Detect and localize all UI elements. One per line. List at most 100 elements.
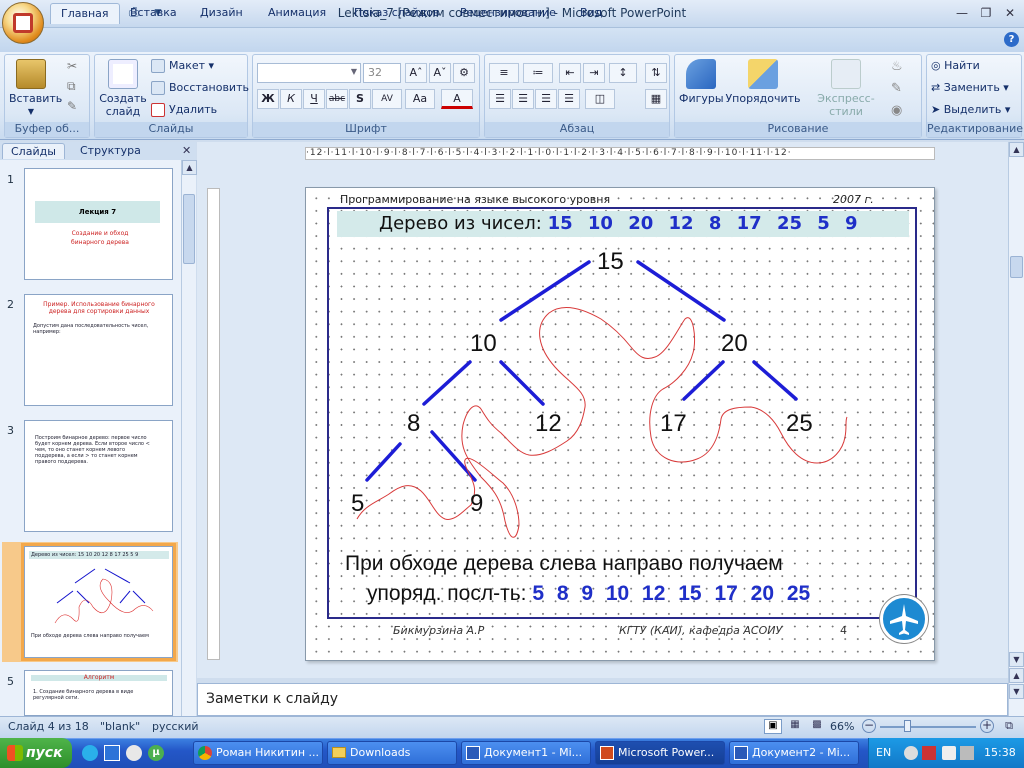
help-icon[interactable]: ?	[1004, 32, 1019, 47]
tray-icon[interactable]	[942, 746, 956, 760]
font-color-button[interactable]: A	[441, 89, 473, 109]
tab-design[interactable]: Дизайн	[190, 3, 253, 24]
cut-icon[interactable]: ✂	[67, 59, 77, 73]
slide-thumbnail-1[interactable]: Лекция 7 Создание и обход бинарного дере…	[24, 168, 173, 280]
group-font: ▼ 32 Aˆ Aˇ ⚙ Ж К Ч abc S AV Aa A Шрифт	[252, 54, 480, 138]
slide-thumbnail-3[interactable]: Построим бинарное дерево: первое число б…	[24, 420, 173, 532]
tab-animation[interactable]: Анимация	[258, 3, 336, 24]
shadow-button[interactable]: S	[349, 89, 371, 109]
tab-view[interactable]: Вид	[570, 3, 612, 24]
numbering-icon[interactable]: ≔	[523, 63, 553, 83]
media-icon[interactable]	[126, 745, 142, 761]
editor-scrollbar[interactable]: ▲ ▼ ▲ ▼	[1008, 142, 1024, 716]
office-button[interactable]	[2, 2, 44, 44]
slide-institution: КГТУ (КАИ), кафедра АСОИУ	[619, 624, 783, 637]
tab-insert[interactable]: Вставка	[120, 3, 187, 24]
delete-slide-button[interactable]: Удалить	[151, 101, 217, 119]
zoom-level[interactable]: 66%	[830, 720, 854, 733]
arrange-button[interactable]: Упорядочить	[725, 59, 801, 105]
paste-button[interactable]: Вставить ▼	[9, 59, 62, 118]
network-icon[interactable]	[960, 746, 974, 760]
zoom-out-icon[interactable]: −	[862, 719, 876, 733]
task-word-2[interactable]: Документ2 - Mi...	[729, 741, 859, 765]
sorter-view-icon[interactable]: ▦	[786, 719, 804, 734]
italic-button[interactable]: К	[280, 89, 302, 109]
layout-button[interactable]: Макет ▾	[151, 57, 214, 75]
normal-view-icon[interactable]: ▣	[764, 719, 782, 734]
restore-icon[interactable]: ❐	[974, 3, 998, 23]
slide-thumbnail-4[interactable]: Дерево из чисел: 15 10 20 12 8 17 25 5 9…	[21, 543, 176, 661]
thumbs-scrollbar[interactable]: ▲	[181, 160, 197, 716]
shape-outline-icon[interactable]: ✎	[891, 81, 902, 96]
line-spacing-icon[interactable]: ↕	[609, 63, 637, 83]
tab-home[interactable]: Главная	[50, 3, 120, 24]
scroll-up-icon[interactable]: ▲	[182, 160, 197, 175]
slideshow-view-icon[interactable]: ▩	[808, 719, 826, 734]
scroll-thumb[interactable]	[183, 194, 195, 264]
shape-effects-icon[interactable]: ◉	[891, 103, 902, 118]
quick-styles-button[interactable]: Экспресс-стили	[805, 59, 887, 118]
reset-button[interactable]: Восстановить	[151, 79, 249, 97]
align-right-icon[interactable]: ☰	[535, 89, 557, 109]
utorrent-icon[interactable]: μ	[148, 745, 164, 761]
decrease-indent-icon[interactable]: ⇤	[559, 63, 581, 83]
slide-thumbnail-2[interactable]: Пример. Использование бинарного дерева д…	[24, 294, 173, 406]
close-pane-icon[interactable]: ✕	[182, 144, 191, 157]
desktop-icon[interactable]	[104, 745, 120, 761]
shape-fill-icon[interactable]: ♨	[891, 59, 903, 74]
task-chrome[interactable]: Роман Никитин ...	[193, 741, 323, 765]
change-case-button[interactable]: Aa	[405, 89, 435, 109]
smartart-icon[interactable]: ▦	[645, 89, 667, 109]
format-painter-icon[interactable]: ✎	[67, 99, 77, 113]
input-language[interactable]: EN	[876, 746, 891, 759]
strikethrough-button[interactable]: abc	[326, 89, 348, 109]
align-left-icon[interactable]: ☰	[489, 89, 511, 109]
select-button[interactable]: ➤ Выделить ▾	[931, 101, 1010, 119]
notes-pane[interactable]: Заметки к слайду	[197, 683, 1008, 716]
zoom-in-icon[interactable]: +	[980, 719, 994, 733]
chevron-down-icon: ▼	[350, 67, 357, 76]
tab-review[interactable]: Рецензирование	[450, 3, 566, 24]
justify-icon[interactable]: ☰	[558, 89, 580, 109]
task-word-1[interactable]: Документ1 - Mi...	[461, 741, 591, 765]
zoom-slider-thumb[interactable]	[904, 720, 911, 732]
shapes-button[interactable]: Фигуры	[679, 59, 724, 105]
next-slide-icon[interactable]: ▼	[1009, 684, 1024, 699]
tray-icon[interactable]	[922, 746, 936, 760]
font-family-combo[interactable]: ▼	[257, 63, 361, 83]
align-center-icon[interactable]: ☰	[512, 89, 534, 109]
zoom-slider[interactable]	[880, 726, 976, 728]
thumb-text: Допустим дана последовательность чисел, …	[33, 323, 149, 335]
task-downloads[interactable]: Downloads	[327, 741, 457, 765]
replace-button[interactable]: ⇄ Заменить ▾	[931, 79, 1009, 97]
tray-icon[interactable]	[904, 746, 918, 760]
start-button[interactable]: пуск	[0, 738, 72, 768]
columns-icon[interactable]: ◫	[585, 89, 615, 109]
fit-to-window-icon[interactable]: ⧉	[1000, 719, 1018, 734]
new-slide-button[interactable]: Создать слайд	[99, 59, 147, 118]
tab-slides[interactable]: Слайды	[2, 143, 65, 159]
font-size-combo[interactable]: 32	[363, 63, 401, 83]
bullets-icon[interactable]: ≡	[489, 63, 519, 83]
shrink-font-button[interactable]: Aˇ	[429, 63, 451, 83]
increase-indent-icon[interactable]: ⇥	[583, 63, 605, 83]
task-powerpoint[interactable]: Microsoft Power...	[595, 741, 725, 765]
text-direction-icon[interactable]: ⇅	[645, 63, 667, 83]
grow-font-button[interactable]: Aˆ	[405, 63, 427, 83]
ie-icon[interactable]	[82, 745, 98, 761]
char-spacing-button[interactable]: AV	[372, 89, 402, 109]
scroll-down-icon[interactable]: ▼	[1009, 652, 1024, 667]
close-icon[interactable]: ✕	[998, 3, 1022, 23]
prev-slide-icon[interactable]: ▲	[1009, 668, 1024, 683]
bold-button[interactable]: Ж	[257, 89, 279, 109]
tab-outline[interactable]: Структура	[72, 143, 149, 159]
scroll-thumb[interactable]	[1010, 256, 1023, 278]
underline-button[interactable]: Ч	[303, 89, 325, 109]
clear-format-button[interactable]: ⚙	[453, 63, 475, 83]
scroll-up-icon[interactable]: ▲	[1009, 142, 1024, 157]
slide-thumbnail-5[interactable]: Алгоритм 1. Создание бинарного дерева в …	[24, 670, 173, 716]
minimize-icon[interactable]: —	[950, 3, 974, 23]
tab-slideshow[interactable]: Показ слайдов	[344, 3, 450, 24]
copy-icon[interactable]: ⧉	[67, 79, 76, 94]
find-button[interactable]: ◎ Найти	[931, 57, 980, 75]
